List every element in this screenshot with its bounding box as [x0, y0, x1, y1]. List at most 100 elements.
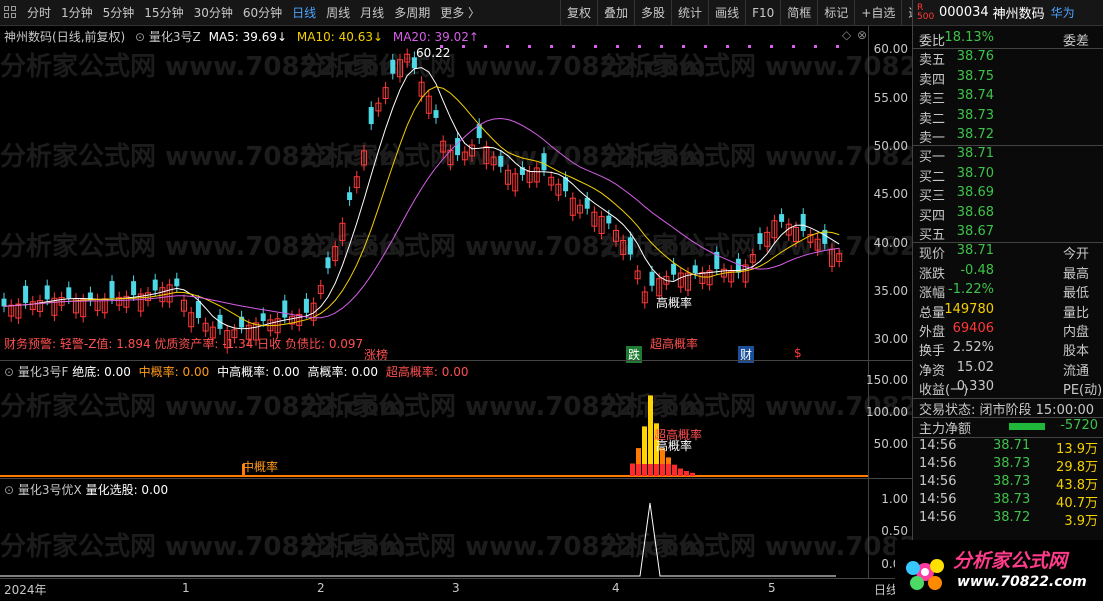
- action-button-1[interactable]: 叠加: [597, 0, 634, 26]
- stat-row-label: 净资: [919, 363, 946, 379]
- sell-row: 卖五 38.76: [913, 49, 1103, 68]
- period-tab-7[interactable]: 周线: [321, 0, 355, 26]
- panel-divider-2[interactable]: [0, 478, 912, 479]
- candle-body: [325, 257, 331, 269]
- period-tab-9[interactable]: 多周期: [389, 0, 435, 26]
- period-tab-2[interactable]: 5分钟: [98, 0, 140, 26]
- peak-price-label: 60.22: [416, 46, 451, 60]
- date-tick: 2024年: [4, 583, 47, 597]
- panel2-title[interactable]: 量化3号F: [18, 365, 69, 379]
- chaogao-value: 超高概率: 0.00: [385, 365, 469, 379]
- buy-row-value: 38.71: [956, 146, 994, 162]
- candle-body: [109, 281, 115, 299]
- xuangu-line: [0, 502, 836, 577]
- action-button-6[interactable]: 简框: [780, 0, 817, 26]
- period-tab-0[interactable]: 分时: [22, 0, 56, 26]
- period-tab-3[interactable]: 15分钟: [139, 0, 188, 26]
- trade-state-row-label: 交易状态: 闭市阶段 15:00:00: [919, 402, 1095, 418]
- concept-tag[interactable]: 华为: [1051, 4, 1075, 21]
- candle-body: [260, 313, 266, 322]
- candle-body: [498, 155, 504, 167]
- action-button-3[interactable]: 统计: [671, 0, 708, 26]
- tick-row: 14:56 38.71 13.9万: [913, 438, 1103, 457]
- panel3-title[interactable]: 量化3号优X: [18, 483, 82, 497]
- stat-row-value: 0.330: [956, 379, 994, 395]
- ma10-arrow: ↓: [372, 30, 384, 44]
- stock-code: 000034: [939, 5, 989, 20]
- action-button-2[interactable]: 多股: [634, 0, 671, 26]
- buy-row-value: 38.68: [956, 204, 994, 220]
- candle-body: [66, 287, 72, 299]
- axis1-tick: 55.00: [873, 91, 908, 105]
- buy-row-label: 买五: [919, 228, 946, 243]
- panel3-header: ⊙ 量化3号优X 量化选股: 0.00: [4, 481, 168, 498]
- axis3-tick: 1.00: [881, 492, 908, 506]
- period-tab-6[interactable]: 日线: [287, 0, 321, 26]
- axis1-tick: 60.00: [873, 42, 908, 56]
- stat-row-value: -1.22%: [948, 282, 994, 298]
- stat-row-right-label: PE(动): [1063, 383, 1103, 399]
- tick-time: 14:56: [919, 510, 957, 525]
- prob-bar-base: [648, 464, 653, 476]
- weibi-row: 委比 -18.13% 委差: [913, 30, 1103, 49]
- sell-row-value: 38.76: [956, 49, 994, 65]
- buy-row-value: 38.70: [956, 165, 994, 181]
- panel-close-icon[interactable]: ⊗: [857, 28, 867, 42]
- collapse-icon[interactable]: ⊙: [135, 30, 145, 44]
- panel3-collapse-icon[interactable]: ⊙: [4, 483, 14, 497]
- axis3-tick: 0.50: [881, 524, 908, 538]
- prob-bar-base: [660, 464, 665, 476]
- period-tab-10[interactable]: 更多 〉: [435, 0, 485, 26]
- ma5-arrow: ↓: [277, 30, 288, 44]
- signal-dot: [506, 45, 509, 48]
- panel-divider[interactable]: [0, 360, 912, 361]
- zhong-value: 中概率: 0.00: [138, 365, 210, 379]
- period-tab-5[interactable]: 60分钟: [238, 0, 287, 26]
- candle-body: [390, 59, 396, 74]
- logo-name: 分析家公式网: [953, 550, 1068, 572]
- tick-volume: 43.8万: [1056, 478, 1098, 493]
- layout-grid-icon[interactable]: [4, 5, 18, 20]
- prob-bar-base: [630, 464, 635, 476]
- axis2-tick: 100.00: [866, 405, 908, 419]
- candle-body: [347, 192, 353, 201]
- period-tab-1[interactable]: 1分钟: [56, 0, 98, 26]
- indicator-name[interactable]: 量化3号Z: [149, 30, 201, 44]
- panel2-collapse-icon[interactable]: ⊙: [4, 365, 14, 379]
- date-tick: 3: [452, 581, 460, 595]
- ma10-value: MA10: 40.63: [296, 30, 373, 44]
- juedi-value: 绝底: 0.00: [72, 365, 131, 379]
- buy-row: 买一 38.71: [913, 146, 1103, 165]
- kline-chart[interactable]: [0, 26, 912, 601]
- chart-area[interactable]: 分析家公式网 www.70822.com 分析家公式网 www.70822.com…: [0, 26, 1006, 601]
- action-button-5[interactable]: F10: [745, 0, 780, 26]
- period-tab-8[interactable]: 月线: [355, 0, 389, 26]
- ma20-arrow: ↑: [468, 30, 479, 44]
- stock-name[interactable]: 神州数码: [993, 3, 1045, 22]
- high-marker: 高概率: [656, 296, 693, 310]
- mid-prob-label: 中概率: [242, 460, 279, 474]
- stat-row: 收益(一) 0.330 PE(动): [913, 379, 1103, 398]
- action-button-0[interactable]: 复权: [560, 0, 597, 26]
- buy-row-label: 买一: [919, 150, 946, 166]
- signal-dot: [814, 45, 817, 48]
- prob-bar-base: [636, 464, 641, 476]
- action-button-8[interactable]: +自选: [854, 0, 901, 26]
- tick-row: 14:56 38.73 40.7万: [913, 492, 1103, 511]
- sell-row-label: 卖三: [919, 92, 946, 108]
- candle-body: [455, 138, 461, 156]
- date-axis-line: [0, 578, 912, 579]
- candle-body: [671, 263, 677, 275]
- stat-row-right-label: 股本: [1063, 344, 1090, 360]
- period-tab-4[interactable]: 30分钟: [189, 0, 238, 26]
- action-button-7[interactable]: 标记: [817, 0, 854, 26]
- prob-bar-base: [672, 464, 677, 476]
- tick-time: 14:56: [919, 456, 957, 471]
- candle-body: [174, 278, 180, 287]
- action-button-4[interactable]: 画线: [708, 0, 745, 26]
- panel-diamond-icon[interactable]: ◇: [842, 28, 851, 42]
- signal-dot: [792, 45, 795, 48]
- candle-body: [800, 213, 806, 232]
- stock-label: 神州数码: [4, 30, 53, 44]
- signal-dot: [594, 45, 597, 48]
